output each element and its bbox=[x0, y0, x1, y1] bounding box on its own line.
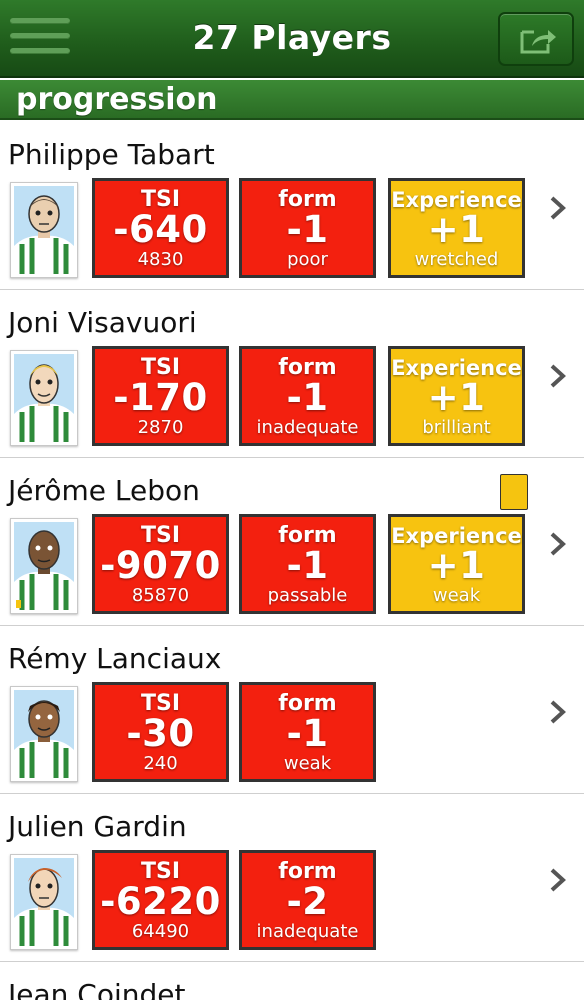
player-face-icon bbox=[14, 522, 74, 610]
tsi-value: 85870 bbox=[131, 585, 190, 606]
form-value: inadequate bbox=[256, 417, 359, 438]
form-stat: form -1 weak bbox=[239, 682, 376, 782]
share-button[interactable] bbox=[498, 12, 574, 66]
player-avatar bbox=[10, 350, 78, 446]
form-stat: form -1 inadequate bbox=[239, 346, 376, 446]
player-face-icon bbox=[14, 354, 74, 442]
menu-button[interactable] bbox=[10, 18, 70, 62]
menu-icon-line bbox=[10, 18, 70, 24]
tsi-stat: TSI -30 240 bbox=[92, 682, 229, 782]
player-avatar bbox=[10, 854, 78, 950]
page-title: 27 Players bbox=[192, 18, 392, 57]
tsi-value: 4830 bbox=[137, 249, 184, 270]
experience-stat: Experience +1 brilliant bbox=[388, 346, 525, 446]
tsi-stat: TSI -6220 64490 bbox=[92, 850, 229, 950]
form-change: -2 bbox=[286, 880, 329, 923]
form-change: -1 bbox=[286, 376, 329, 419]
form-value: inadequate bbox=[256, 921, 359, 942]
player-name: Jérôme Lebon bbox=[8, 474, 200, 507]
experience-stat: Experience +1 wretched bbox=[388, 178, 525, 278]
menu-icon-line bbox=[10, 33, 70, 39]
player-row[interactable]: Julien Gardin TSI -6220 64490 form -2 in… bbox=[0, 794, 584, 962]
form-change: -1 bbox=[286, 544, 329, 587]
player-name: Jean Coindet bbox=[8, 978, 186, 1000]
experience-stat: Experience +1 weak bbox=[388, 514, 525, 614]
player-face-icon bbox=[14, 858, 74, 946]
section-header: progression bbox=[0, 80, 584, 120]
tsi-change: -6220 bbox=[100, 880, 221, 923]
form-change: -1 bbox=[286, 208, 329, 251]
player-name: Joni Visavuori bbox=[8, 306, 197, 339]
form-stat: form -2 inadequate bbox=[239, 850, 376, 950]
player-face-icon bbox=[14, 186, 74, 274]
share-icon bbox=[520, 30, 556, 54]
chevron-right-icon[interactable] bbox=[547, 866, 569, 894]
experience-value: brilliant bbox=[422, 417, 491, 438]
player-row[interactable]: Jean Coindet bbox=[0, 962, 584, 1000]
player-avatar bbox=[10, 182, 78, 278]
form-stat: form -1 passable bbox=[239, 514, 376, 614]
tsi-value: 64490 bbox=[131, 921, 190, 942]
player-avatar bbox=[10, 686, 78, 782]
tsi-stat: TSI -170 2870 bbox=[92, 346, 229, 446]
tsi-change: -170 bbox=[113, 376, 208, 419]
experience-value: weak bbox=[432, 585, 481, 606]
player-row[interactable]: Philippe Tabart TSI -640 4830 form -1 po… bbox=[0, 122, 584, 290]
chevron-right-icon[interactable] bbox=[547, 362, 569, 390]
player-row[interactable]: Joni Visavuori TSI -170 2870 form -1 ina… bbox=[0, 290, 584, 458]
experience-change: +1 bbox=[427, 208, 486, 251]
player-name: Philippe Tabart bbox=[8, 138, 215, 171]
menu-icon-line bbox=[10, 48, 70, 54]
tsi-change: -30 bbox=[126, 712, 195, 755]
tsi-change: -640 bbox=[113, 208, 208, 251]
chevron-right-icon[interactable] bbox=[547, 194, 569, 222]
tsi-value: 2870 bbox=[137, 417, 184, 438]
chevron-right-icon[interactable] bbox=[547, 698, 569, 726]
tsi-stat: TSI -640 4830 bbox=[92, 178, 229, 278]
player-list: Philippe Tabart TSI -640 4830 form -1 po… bbox=[0, 122, 584, 1000]
experience-change: +1 bbox=[427, 544, 486, 587]
form-value: passable bbox=[267, 585, 348, 606]
form-value: poor bbox=[287, 249, 328, 270]
tsi-value: 240 bbox=[143, 753, 178, 774]
experience-value: wretched bbox=[414, 249, 499, 270]
chevron-right-icon[interactable] bbox=[547, 530, 569, 558]
yellow-card-icon bbox=[500, 474, 528, 510]
tsi-stat: TSI -9070 85870 bbox=[92, 514, 229, 614]
player-row[interactable]: Jérôme Lebon TSI -9070 85870 form -1 pas… bbox=[0, 458, 584, 626]
player-row[interactable]: Rémy Lanciaux TSI -30 240 form -1 weak bbox=[0, 626, 584, 794]
form-value: weak bbox=[283, 753, 332, 774]
experience-change: +1 bbox=[427, 376, 486, 419]
navigation-bar: 27 Players bbox=[0, 0, 584, 78]
player-avatar bbox=[10, 518, 78, 614]
form-change: -1 bbox=[286, 712, 329, 755]
player-face-icon bbox=[14, 690, 74, 778]
player-name: Julien Gardin bbox=[8, 810, 187, 843]
player-name: Rémy Lanciaux bbox=[8, 642, 222, 675]
tsi-change: -9070 bbox=[100, 544, 221, 587]
form-stat: form -1 poor bbox=[239, 178, 376, 278]
